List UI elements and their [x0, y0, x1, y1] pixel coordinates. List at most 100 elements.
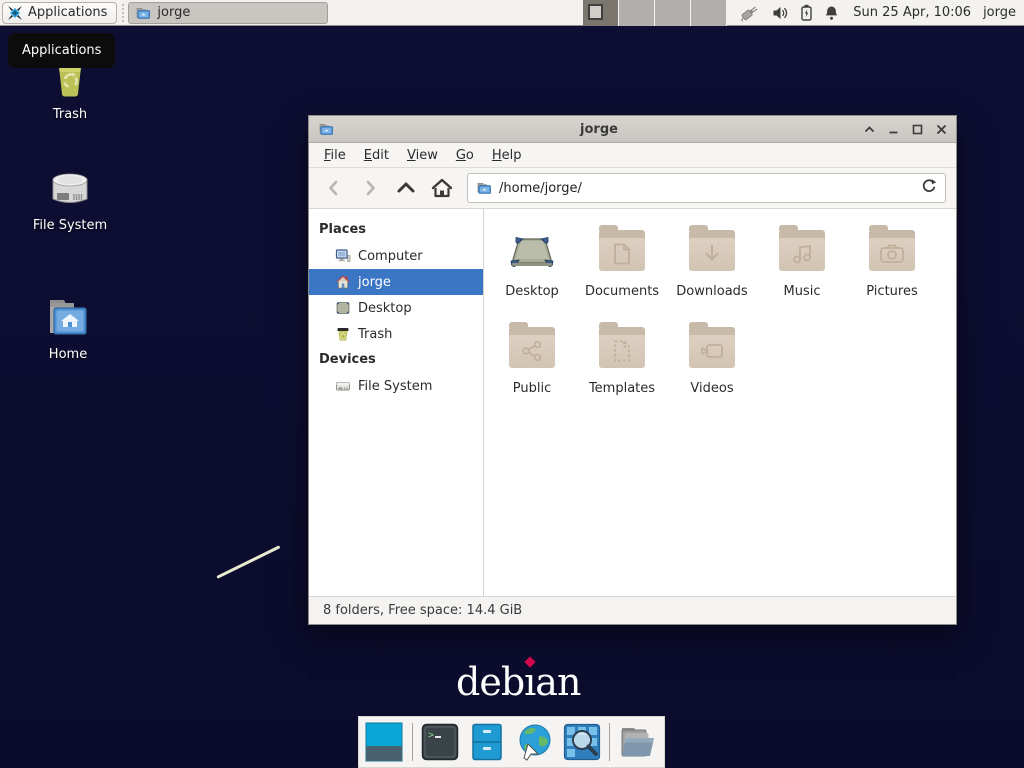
file-label: Templates: [577, 381, 667, 396]
file-label: Desktop: [487, 284, 577, 299]
status-text: 8 folders, Free space: 14.4 GiB: [323, 603, 522, 618]
terminal-icon: >: [421, 723, 459, 761]
panel-right-group: Sun 25 Apr, 10:06 jorge: [583, 0, 1024, 25]
sidebar-item-desktop[interactable]: Desktop: [309, 295, 483, 321]
applications-menu-label: Applications: [28, 5, 107, 20]
path-folder-icon: [476, 180, 492, 196]
file-label: Music: [757, 284, 847, 299]
file-label: Videos: [667, 381, 757, 396]
taskbar-window-button[interactable]: jorge: [128, 2, 328, 24]
workspace-window-thumb: [588, 4, 603, 20]
window-body: Places Computer: [309, 209, 956, 596]
wallpaper-scribble-line: [216, 545, 280, 579]
shade-button[interactable]: [863, 123, 876, 136]
notifications-icon[interactable]: [824, 5, 839, 21]
terminal-launcher[interactable]: >: [421, 722, 460, 762]
desktop-icon-label: Home: [26, 347, 110, 362]
debian-wordmark: debıan: [456, 660, 580, 704]
show-desktop-icon: [365, 722, 403, 762]
home-icon: [335, 274, 351, 290]
app-finder-launcher[interactable]: [562, 722, 601, 762]
bottom-dock: >: [358, 716, 665, 768]
panel-separator-handle: [119, 4, 126, 22]
workspace-3[interactable]: [655, 0, 691, 26]
forward-button[interactable]: [355, 173, 385, 203]
sidebar-places-header: Places: [309, 217, 483, 243]
workspace-2[interactable]: [619, 0, 655, 26]
home-folder-icon: [26, 294, 110, 340]
sidebar-item-label: Desktop: [358, 301, 412, 316]
file-label: Downloads: [667, 284, 757, 299]
maximize-button[interactable]: [911, 123, 924, 136]
file-item-music[interactable]: Music: [757, 225, 847, 322]
sidebar-item-computer[interactable]: Computer: [309, 243, 483, 269]
applications-tooltip: Applications: [8, 33, 115, 68]
window-title: jorge: [335, 122, 863, 137]
battery-icon[interactable]: [800, 4, 813, 21]
applications-menu-button[interactable]: Applications: [2, 2, 117, 24]
file-manager-window: jorge File Edit View Go Help: [308, 115, 957, 625]
computer-icon: [335, 248, 351, 264]
menu-edit[interactable]: Edit: [355, 143, 398, 168]
sidebar-item-label: Trash: [358, 327, 392, 342]
file-item-downloads[interactable]: Downloads: [667, 225, 757, 322]
file-label: Pictures: [847, 284, 937, 299]
file-item-templates[interactable]: Templates: [577, 322, 667, 419]
file-item-videos[interactable]: Videos: [667, 322, 757, 419]
workspace-4[interactable]: [691, 0, 727, 26]
workspace-switcher[interactable]: [583, 0, 727, 26]
file-manager-launcher[interactable]: [468, 722, 507, 762]
folder-icon: [135, 5, 151, 21]
home-button[interactable]: [427, 173, 457, 203]
desktop-icon-home[interactable]: Home: [26, 294, 110, 362]
pictures-folder-icon: [847, 225, 937, 275]
window-titlebar[interactable]: jorge: [309, 116, 956, 143]
folder-launcher[interactable]: [618, 722, 658, 762]
window-controls: [863, 123, 948, 136]
file-item-desktop[interactable]: Desktop: [487, 225, 577, 322]
file-label: Documents: [577, 284, 667, 299]
reload-button[interactable]: [921, 178, 937, 198]
dock-separator: [609, 723, 610, 761]
menu-go[interactable]: Go: [447, 143, 483, 168]
file-item-pictures[interactable]: Pictures: [847, 225, 937, 322]
up-button[interactable]: [391, 173, 421, 203]
location-bar[interactable]: /home/jorge/: [467, 173, 946, 203]
debian-text-left: deb: [456, 660, 524, 704]
network-icon[interactable]: [739, 4, 761, 22]
file-list: Desktop Documents: [484, 209, 956, 596]
clock[interactable]: Sun 25 Apr, 10:06: [853, 5, 971, 20]
volume-icon[interactable]: [772, 5, 789, 21]
panel-username[interactable]: jorge: [983, 5, 1016, 20]
open-folder-icon: [618, 724, 658, 760]
sidebar-item-file-system[interactable]: File System: [309, 373, 483, 399]
path-input[interactable]: /home/jorge/: [499, 181, 914, 196]
file-item-public[interactable]: Public: [487, 322, 577, 419]
toolbar: /home/jorge/: [309, 168, 956, 209]
desktop-root: { "panel": { "applications_label": "Appl…: [0, 0, 1024, 768]
desktop-icon-file-system[interactable]: File System: [28, 165, 112, 233]
file-item-documents[interactable]: Documents: [577, 225, 667, 322]
share-folder-icon: [487, 322, 577, 372]
close-button[interactable]: [935, 123, 948, 136]
menubar: File Edit View Go Help: [309, 143, 956, 168]
sidebar: Places Computer: [309, 209, 484, 596]
file-cabinet-icon: [471, 723, 503, 761]
menu-view[interactable]: View: [398, 143, 447, 168]
sidebar-item-jorge[interactable]: jorge: [309, 269, 483, 295]
taskbar-window-label: jorge: [157, 5, 190, 20]
sidebar-item-label: File System: [358, 379, 432, 394]
desktop-icon-label: Trash: [28, 107, 112, 122]
sidebar-item-label: Computer: [358, 249, 423, 264]
minimize-button[interactable]: [887, 123, 900, 136]
dock-separator: [412, 723, 413, 761]
desktop-place-icon: [335, 300, 351, 316]
menu-help[interactable]: Help: [483, 143, 531, 168]
web-browser-launcher[interactable]: [514, 722, 554, 762]
statusbar: 8 folders, Free space: 14.4 GiB: [309, 596, 956, 624]
workspace-1[interactable]: [583, 0, 619, 26]
back-button[interactable]: [319, 173, 349, 203]
menu-file[interactable]: File: [315, 143, 355, 168]
sidebar-item-trash[interactable]: Trash: [309, 321, 483, 347]
show-desktop-button[interactable]: [365, 722, 404, 762]
